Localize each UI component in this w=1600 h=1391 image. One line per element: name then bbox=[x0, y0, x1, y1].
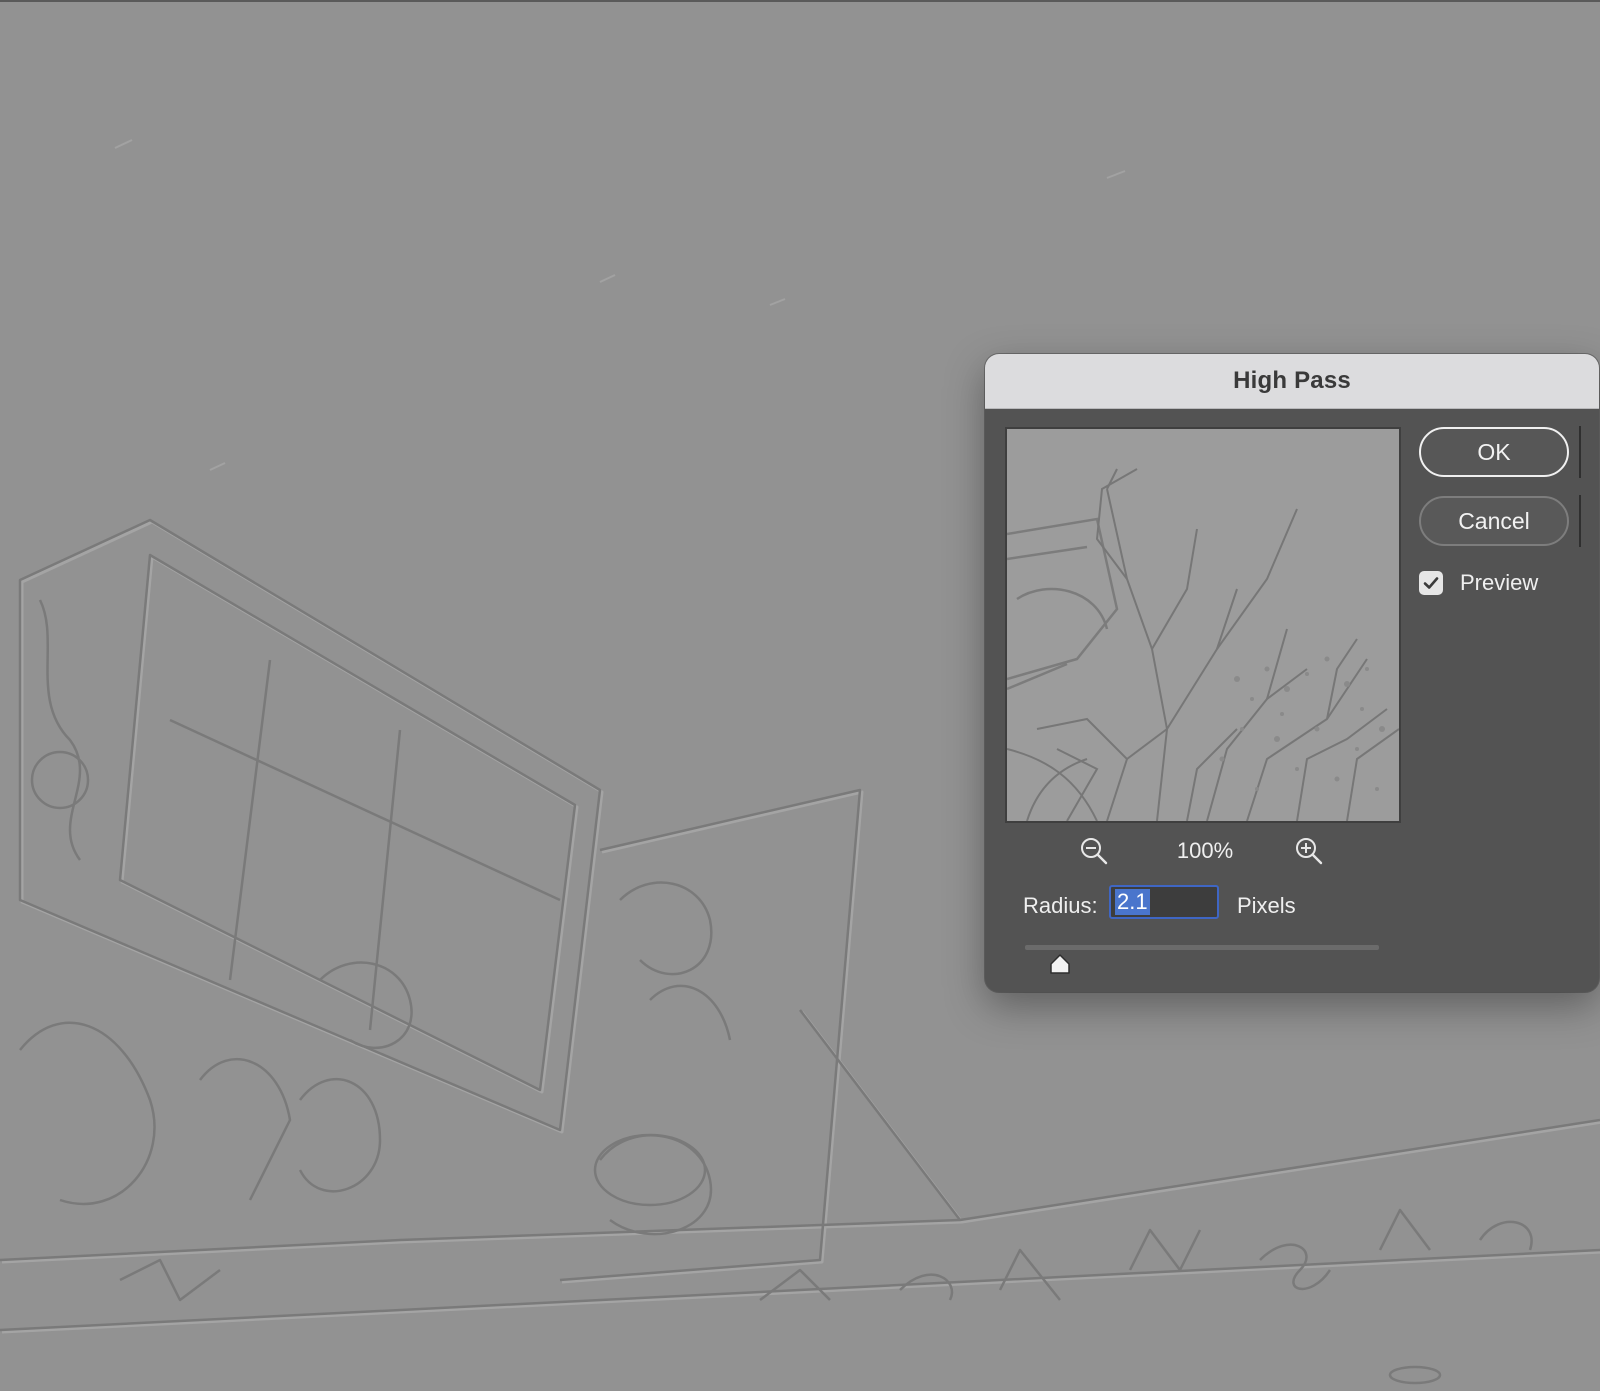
preview-label[interactable]: Preview bbox=[1460, 570, 1538, 596]
dialog-title-bar[interactable]: High Pass bbox=[985, 354, 1599, 409]
cancel-button[interactable]: Cancel bbox=[1419, 496, 1569, 546]
zoom-in-icon[interactable] bbox=[1294, 836, 1324, 866]
zoom-level-readout: 100% bbox=[1176, 838, 1234, 863]
preview-image bbox=[1007, 429, 1399, 821]
cancel-button-edge bbox=[1579, 495, 1581, 547]
high-pass-dialog: High Pass 100% Radius: 2.1 Pixels OK Can… bbox=[985, 354, 1599, 992]
radius-slider-track[interactable] bbox=[1025, 945, 1379, 950]
radius-units-label: Pixels bbox=[1237, 893, 1296, 918]
preview-checkbox[interactable] bbox=[1419, 571, 1443, 595]
ok-button-label: OK bbox=[1477, 438, 1511, 465]
radius-input[interactable]: 2.1 bbox=[1109, 885, 1219, 919]
dialog-title: High Pass bbox=[1233, 367, 1351, 394]
ok-button[interactable]: OK bbox=[1419, 427, 1569, 477]
cancel-button-label: Cancel bbox=[1458, 507, 1530, 534]
ok-button-edge bbox=[1579, 426, 1581, 478]
zoom-out-icon[interactable] bbox=[1079, 836, 1109, 866]
window-top-edge bbox=[0, 0, 1600, 2]
checkmark-icon bbox=[1423, 577, 1439, 589]
radius-slider-thumb[interactable] bbox=[1048, 953, 1072, 975]
radius-value: 2.1 bbox=[1115, 889, 1150, 915]
filter-preview[interactable] bbox=[1005, 427, 1401, 823]
radius-label: Radius: bbox=[1023, 893, 1098, 918]
